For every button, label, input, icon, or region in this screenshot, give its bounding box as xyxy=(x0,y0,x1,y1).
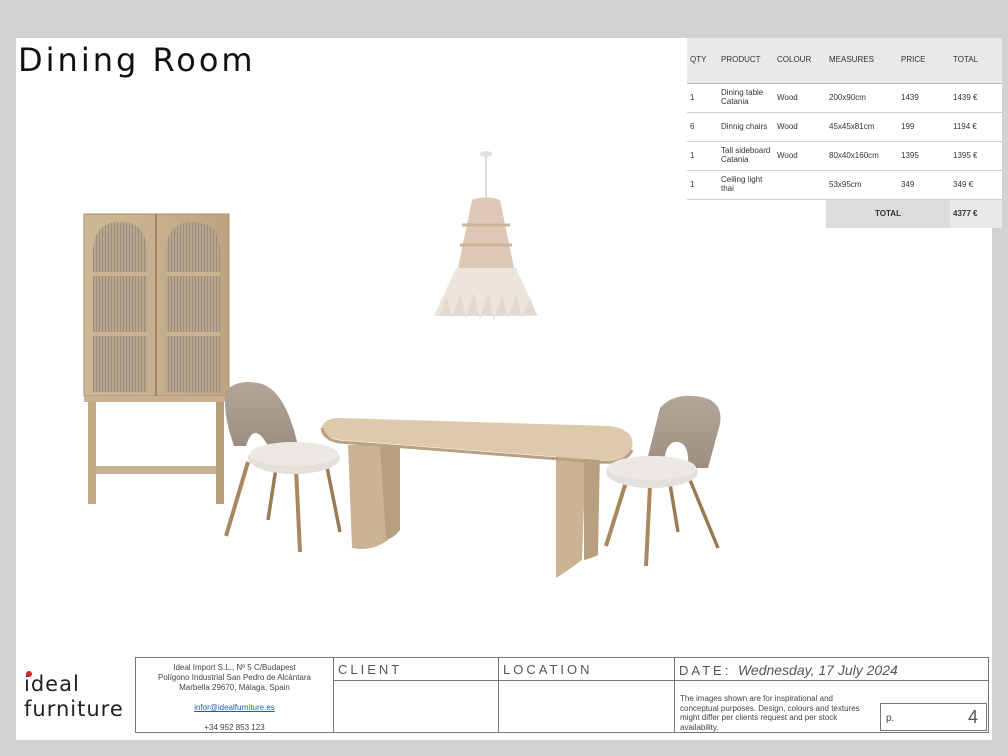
ceiling-light-image xyxy=(434,151,538,320)
cell-colour: Wood xyxy=(777,150,798,160)
cell-price: 349 xyxy=(901,179,915,189)
page-title: Dining Room xyxy=(18,41,256,80)
header-colour: COLOUR xyxy=(777,55,812,65)
cell-total: 1439 € xyxy=(953,92,978,102)
cell-measures: 53x95cm xyxy=(829,179,862,189)
table-row: 1 Tall sideboard Catania Wood 80x40x160c… xyxy=(687,142,1002,171)
header-measures: MEASURES xyxy=(829,55,874,65)
cell-product: Tall sideboard Catania xyxy=(721,146,771,164)
cell-measures: 45x45x81cm xyxy=(829,121,875,131)
header-price: PRICE xyxy=(901,55,926,65)
cell-total: 349 € xyxy=(953,179,974,189)
total-value: 4377 € xyxy=(950,200,1002,228)
dining-chair-left-image xyxy=(224,382,342,553)
cell-measures: 200x90cm xyxy=(829,92,866,102)
table-row: 6 Dinnig chairs Wood 45x45x81cm 199 1194… xyxy=(687,113,1002,142)
cell-qty: 1 xyxy=(690,150,695,160)
table-total-row: TOTAL 4377 € xyxy=(687,200,1002,228)
price-table: QTY PRODUCT COLOUR MEASURES PRICE TOTAL … xyxy=(687,38,1002,228)
cell-price: 199 xyxy=(901,121,915,131)
cell-measures: 80x40x160cm xyxy=(829,150,879,160)
dining-chair-right-image xyxy=(604,395,721,567)
table-row: 1 Ceiling light thai 53x95cm 349 349 € xyxy=(687,171,1002,200)
cell-price: 1439 xyxy=(901,92,919,102)
cell-qty: 1 xyxy=(690,92,695,102)
header-qty: QTY xyxy=(690,55,707,65)
cell-total: 1194 € xyxy=(953,121,977,131)
cell-product: Dining table Catania xyxy=(721,88,764,106)
header-product: PRODUCT xyxy=(721,55,761,65)
tall-sideboard-image xyxy=(83,213,230,504)
cell-qty: 1 xyxy=(690,179,695,189)
cell-product: Dinnig chairs xyxy=(721,121,768,131)
total-label: TOTAL xyxy=(826,200,950,228)
table-row: 1 Dining table Catania Wood 200x90cm 143… xyxy=(687,84,1002,113)
dining-table-image xyxy=(320,418,634,578)
cell-product: Ceiling light thai xyxy=(721,175,763,193)
cell-qty: 6 xyxy=(690,121,695,131)
cell-colour: Wood xyxy=(777,92,798,102)
table-header-row: QTY PRODUCT COLOUR MEASURES PRICE TOTAL xyxy=(687,38,1002,84)
cell-colour: Wood xyxy=(777,121,798,131)
cell-price: 1395 xyxy=(901,150,919,160)
cell-colour xyxy=(774,171,826,199)
header-total: TOTAL xyxy=(953,55,979,65)
cell-total: 1395 € xyxy=(953,150,978,160)
